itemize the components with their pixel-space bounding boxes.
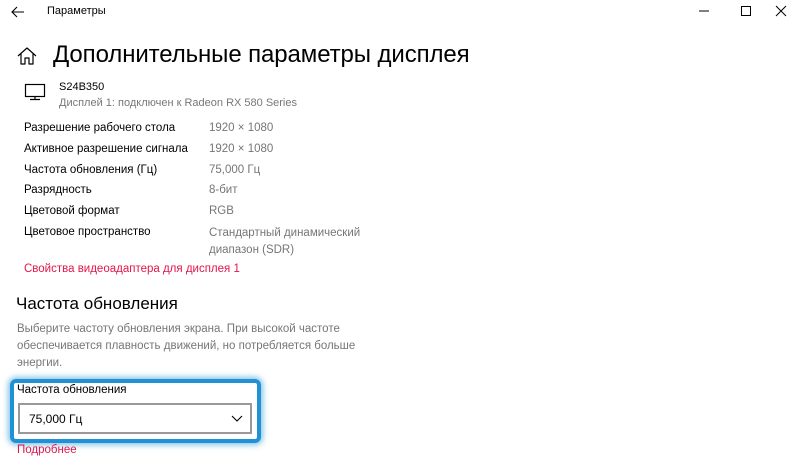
info-label: Разрядность bbox=[24, 184, 92, 196]
section-description: Выберите частоту обновления экрана. При … bbox=[17, 323, 356, 369]
home-button[interactable] bbox=[16, 46, 38, 66]
back-button[interactable] bbox=[9, 3, 27, 21]
info-row-refresh-rate: Частота обновления (Гц) 75,000 Гц bbox=[24, 164, 404, 180]
info-label: Цветовой формат bbox=[24, 205, 120, 217]
maximize-icon bbox=[741, 6, 751, 16]
minimize-icon bbox=[699, 10, 709, 12]
dropdown-value: 75,000 Гц bbox=[29, 412, 83, 426]
monitor-icon bbox=[24, 82, 46, 102]
adapter-properties-link[interactable]: Свойства видеоадаптера для дисплея 1 bbox=[24, 263, 240, 275]
close-icon bbox=[775, 5, 787, 17]
info-value: 1920 × 1080 bbox=[209, 122, 274, 134]
display-subtitle: Дисплей 1: подключен к Radeon RX 580 Ser… bbox=[59, 97, 297, 109]
info-value: RGB bbox=[209, 205, 234, 217]
refresh-rate-dropdown[interactable]: 75,000 Гц bbox=[18, 403, 252, 434]
home-icon bbox=[17, 47, 37, 65]
section-title: Частота обновления bbox=[16, 294, 178, 313]
arrow-left-icon bbox=[11, 6, 24, 18]
info-value: Стандартный динамический диапазон (SDR) bbox=[209, 227, 361, 256]
close-button[interactable] bbox=[770, 2, 792, 20]
info-row-color-space: Цветовое пространство Стандартный динами… bbox=[24, 226, 404, 260]
info-row-bit-depth: Разрядность 8-бит bbox=[24, 184, 404, 200]
info-value: 75,000 Гц bbox=[209, 164, 261, 176]
info-label: Разрешение рабочего стола bbox=[24, 122, 176, 134]
info-row-color-format: Цветовой формат RGB bbox=[24, 205, 404, 221]
page-title: Дополнительные параметры дисплея bbox=[53, 41, 470, 68]
display-name: S24B350 bbox=[59, 81, 105, 93]
info-value: 8-бит bbox=[209, 184, 238, 196]
minimize-button[interactable] bbox=[693, 2, 715, 20]
chevron-down-icon bbox=[231, 415, 243, 422]
info-row-desktop-resolution: Разрешение рабочего стола 1920 × 1080 bbox=[24, 122, 404, 138]
dropdown-label: Частота обновления bbox=[17, 384, 127, 396]
info-value: 1920 × 1080 bbox=[209, 143, 274, 155]
info-label: Цветовое пространство bbox=[24, 226, 151, 238]
learn-more-link[interactable]: Подробнее bbox=[17, 444, 77, 456]
app-title: Параметры bbox=[47, 5, 106, 17]
info-label: Частота обновления (Гц) bbox=[24, 164, 158, 176]
maximize-button[interactable] bbox=[735, 2, 757, 20]
title-bar: Параметры bbox=[0, 0, 800, 24]
info-label: Активное разрешение сигнала bbox=[24, 143, 188, 155]
info-row-active-resolution: Активное разрешение сигнала 1920 × 1080 bbox=[24, 143, 404, 159]
